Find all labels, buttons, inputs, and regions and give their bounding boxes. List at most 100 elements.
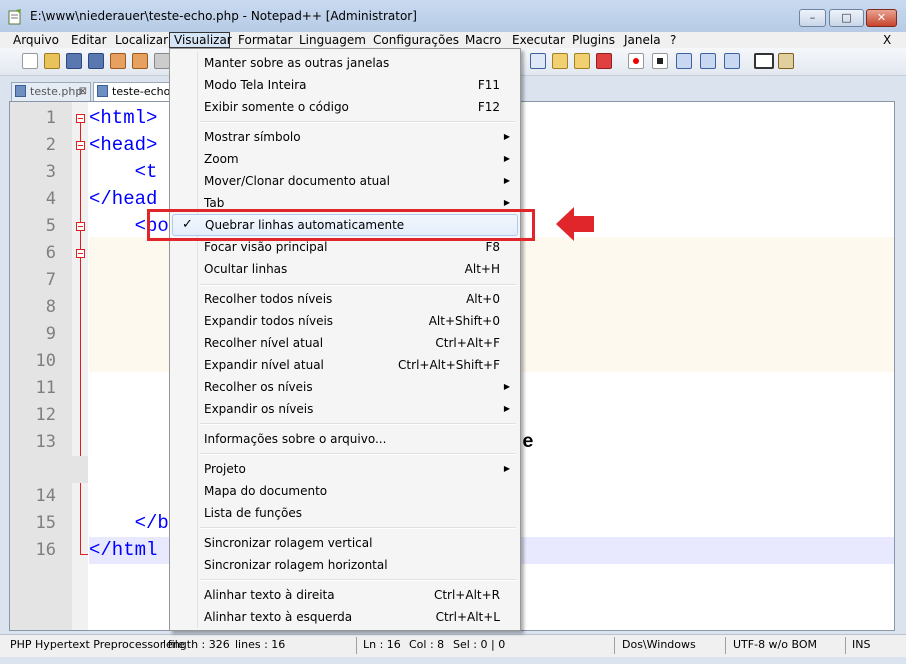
- menu-macro[interactable]: Macro: [465, 32, 501, 48]
- title-bar: E:\www\niederauer\teste-echo.php - Notep…: [0, 0, 906, 33]
- word-wrap-toolbar-icon[interactable]: [530, 53, 546, 69]
- highlight-box-annotation: [147, 209, 535, 241]
- menu-visualizar[interactable]: Visualizar: [169, 32, 232, 48]
- menu-separator: [200, 121, 516, 123]
- menu-separator: [200, 453, 516, 455]
- line-number: 4: [45, 189, 56, 209]
- menu-separator: [200, 423, 516, 425]
- menu-item-manter-sobre[interactable]: Manter sobre as outras janelas: [172, 52, 518, 74]
- submenu-arrow-icon: ▶: [503, 176, 510, 185]
- tab-teste-php[interactable]: teste.php ⊠: [11, 82, 91, 101]
- menu-item-sync-vertical[interactable]: Sincronizar rolagem vertical: [172, 532, 518, 554]
- menu-executar[interactable]: Executar: [512, 32, 565, 48]
- record-macro-icon[interactable]: [628, 53, 644, 69]
- status-length: length : 326: [163, 638, 230, 651]
- save-icon[interactable]: [66, 53, 82, 69]
- menu-item-alinhar-direita[interactable]: Alinhar texto à direita Ctrl+Alt+R: [172, 584, 518, 606]
- line-number: 1: [45, 108, 56, 128]
- tab-teste-echo-php[interactable]: teste-echo.p: [93, 82, 171, 101]
- status-lines: lines : 16: [235, 638, 286, 651]
- menu-linguagem[interactable]: Linguagem: [299, 32, 366, 48]
- plugin-tool-icon[interactable]: [778, 53, 794, 69]
- fold-toggle-html[interactable]: [76, 114, 85, 123]
- status-divider: [356, 637, 357, 654]
- php-file-icon: [15, 85, 26, 97]
- status-encoding: UTF-8 w/o BOM: [733, 638, 817, 651]
- line-number: 6: [45, 243, 56, 263]
- menu-item-lista-funcoes[interactable]: Lista de funções: [172, 502, 518, 524]
- line-number: 13: [35, 432, 56, 452]
- indent-guide-icon[interactable]: [574, 53, 590, 69]
- close-all-icon[interactable]: [132, 53, 148, 69]
- menu-item-expandir-niveis[interactable]: Expandir os níveis ▶: [172, 398, 518, 420]
- close-file-icon[interactable]: [110, 53, 126, 69]
- menu-item-tela-inteira[interactable]: Modo Tela Inteira F11: [172, 74, 518, 96]
- menu-bar: Arquivo Editar Localizar Visualizar Form…: [0, 32, 906, 48]
- new-file-icon[interactable]: [22, 53, 38, 69]
- menu-item-somente-codigo[interactable]: Exibir somente o código F12: [172, 96, 518, 118]
- menu-item-recolher-niveis[interactable]: Recolher os níveis ▶: [172, 376, 518, 398]
- save-all-icon[interactable]: [88, 53, 104, 69]
- line-number: 7: [45, 270, 56, 290]
- fold-toggle-php[interactable]: [76, 249, 85, 258]
- menu-item-recolher-todos[interactable]: Recolher todos níveis Alt+0: [172, 288, 518, 310]
- menu-item-mapa-documento[interactable]: Mapa do documento: [172, 480, 518, 502]
- fold-guide-line: [80, 120, 81, 555]
- play-macro-icon[interactable]: [676, 53, 692, 69]
- code-line: <html>: [89, 107, 158, 129]
- fold-toggle-head[interactable]: [76, 141, 85, 150]
- status-language: PHP Hypertext Preprocessor file: [10, 638, 185, 651]
- user-language-icon[interactable]: [596, 53, 612, 69]
- menu-item-expandir-atual[interactable]: Expandir nível atual Ctrl+Alt+Shift+F: [172, 354, 518, 376]
- menu-arquivo[interactable]: Arquivo: [13, 32, 59, 48]
- stop-macro-icon[interactable]: [652, 53, 668, 69]
- menu-plugins[interactable]: Plugins: [572, 32, 615, 48]
- open-file-icon[interactable]: [44, 53, 60, 69]
- line-number: 5: [45, 216, 56, 236]
- close-button[interactable]: ✕: [866, 9, 897, 27]
- menu-formatar[interactable]: Formatar: [238, 32, 293, 48]
- menu-separator: [200, 527, 516, 529]
- print-icon[interactable]: [154, 53, 170, 69]
- menu-help[interactable]: ?: [670, 32, 676, 48]
- minimize-button[interactable]: –: [799, 9, 826, 27]
- status-bar: PHP Hypertext Preprocessor file length :…: [0, 634, 906, 657]
- line-number: 15: [35, 513, 56, 533]
- menu-janela[interactable]: Janela: [624, 32, 661, 48]
- line-number: 8: [45, 297, 56, 317]
- menu-item-projeto[interactable]: Projeto ▶: [172, 458, 518, 480]
- menu-configuracoes[interactable]: Configurações: [373, 32, 459, 48]
- line-number: 10: [35, 351, 56, 371]
- wrapped-line-gutter: [72, 456, 88, 483]
- run-macro-multiple-icon[interactable]: [700, 53, 716, 69]
- menu-item-sync-horizontal[interactable]: Sincronizar rolagem horizontal: [172, 554, 518, 576]
- status-eol: Dos\Windows: [622, 638, 696, 651]
- status-divider: [614, 637, 615, 654]
- code-line: <t: [89, 161, 158, 183]
- menu-editar[interactable]: Editar: [71, 32, 107, 48]
- menu-item-zoom[interactable]: Zoom ▶: [172, 148, 518, 170]
- menu-item-alinhar-esquerda[interactable]: Alinhar texto à esquerda Ctrl+Alt+L: [172, 606, 518, 628]
- status-insert-mode: INS: [852, 638, 871, 651]
- close-tab-icon[interactable]: ⊠: [79, 83, 87, 100]
- menu-item-informacoes[interactable]: Informações sobre o arquivo...: [172, 428, 518, 450]
- submenu-arrow-icon: ▶: [503, 132, 510, 141]
- fold-toggle-body[interactable]: [76, 222, 85, 231]
- fold-end-line: [80, 554, 88, 555]
- spell-check-icon[interactable]: [754, 53, 774, 69]
- menu-item-expandir-todos[interactable]: Expandir todos níveis Alt+Shift+0: [172, 310, 518, 332]
- line-number: 11: [35, 378, 56, 398]
- notepad-plus-plus-icon: [8, 9, 21, 25]
- menu-localizar[interactable]: Localizar: [115, 32, 168, 48]
- show-all-chars-icon[interactable]: [552, 53, 568, 69]
- menu-item-mover-clonar[interactable]: Mover/Clonar documento atual ▶: [172, 170, 518, 192]
- line-number: 3: [45, 162, 56, 182]
- line-number: 12: [35, 405, 56, 425]
- menu-item-ocultar-linhas[interactable]: Ocultar linhas Alt+H: [172, 258, 518, 280]
- menu-item-recolher-atual[interactable]: Recolher nível atual Ctrl+Alt+F: [172, 332, 518, 354]
- maximize-button[interactable]: □: [829, 9, 864, 27]
- line-number: 16: [35, 540, 56, 560]
- close-document-button[interactable]: X: [883, 32, 891, 48]
- save-macro-icon[interactable]: [724, 53, 740, 69]
- menu-item-mostrar-simbolo[interactable]: Mostrar símbolo ▶: [172, 126, 518, 148]
